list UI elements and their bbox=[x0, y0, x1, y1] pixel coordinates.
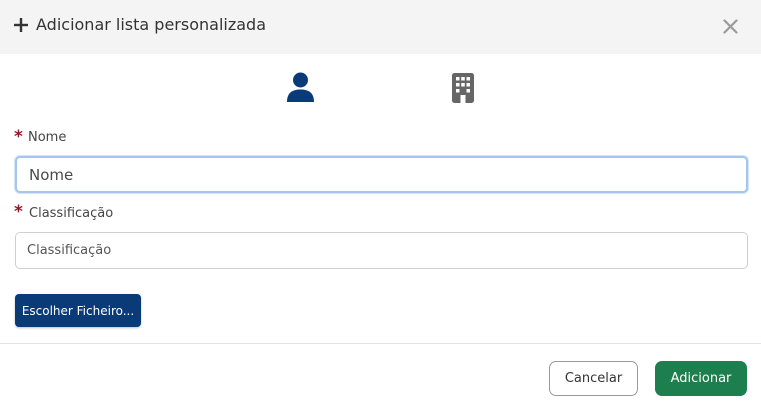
cancel-button[interactable]: Cancelar bbox=[549, 361, 638, 396]
dialog-title: Adicionar lista personalizada bbox=[36, 15, 266, 34]
nome-input[interactable] bbox=[15, 156, 748, 193]
nome-label: Nome bbox=[28, 130, 67, 145]
required-marker: * bbox=[14, 202, 23, 222]
add-custom-list-dialog: Adicionar lista personalizada * Nome * C… bbox=[0, 0, 761, 409]
plus-icon bbox=[14, 18, 28, 32]
person-icon[interactable] bbox=[286, 72, 315, 102]
classificacao-label: Classificação bbox=[29, 206, 114, 221]
choose-file-button[interactable]: Escolher Ficheiro... bbox=[15, 294, 141, 327]
classificacao-input[interactable] bbox=[15, 232, 748, 269]
required-marker: * bbox=[14, 127, 23, 147]
footer-divider bbox=[0, 343, 761, 344]
add-button[interactable]: Adicionar bbox=[655, 361, 747, 396]
building-icon[interactable] bbox=[451, 73, 475, 103]
dialog-header: Adicionar lista personalizada bbox=[0, 0, 761, 54]
close-icon[interactable] bbox=[723, 19, 738, 34]
